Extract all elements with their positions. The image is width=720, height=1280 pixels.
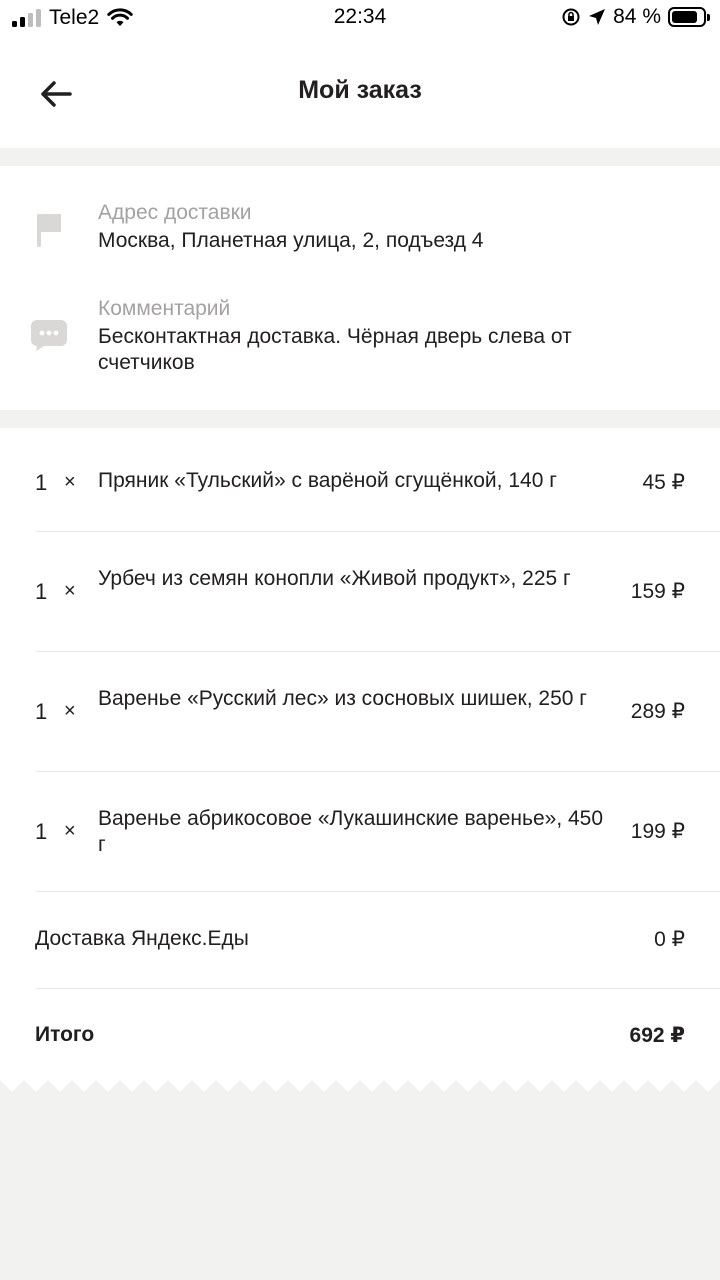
address-value: Москва, Планетная улица, 2, подъезд 4 xyxy=(98,229,484,252)
delivery-info-card: Адрес доставки Москва, Планетная улица, … xyxy=(0,166,720,410)
item-price: 199 ₽ xyxy=(630,820,685,843)
orientation-lock-icon xyxy=(562,8,580,26)
status-bar: Tele2 22:34 84 % xyxy=(0,0,720,36)
address-label: Адрес доставки xyxy=(98,201,252,224)
total-label: Итого xyxy=(35,1023,95,1046)
item-name: Варенье абрикосовое «Лукашинские варенье… xyxy=(98,807,604,856)
multiply-sign: × xyxy=(64,580,76,602)
status-right: 84 % xyxy=(561,5,710,29)
total-row: Итого 692 ₽ xyxy=(0,989,720,1079)
multiply-sign: × xyxy=(64,820,76,842)
delivery-fee-row: Доставка Яндекс.Еды 0 ₽ xyxy=(0,892,720,988)
order-item: 1 × Пряник «Тульский» с варёной сгущёнко… xyxy=(0,428,720,532)
total-value: 692 ₽ xyxy=(629,1024,685,1047)
multiply-sign: × xyxy=(64,700,76,722)
battery-icon xyxy=(668,7,710,27)
battery-percent: 84 % xyxy=(613,5,661,28)
item-quantity: 1 xyxy=(35,699,48,724)
item-quantity: 1 xyxy=(35,579,48,604)
app-header: Мой заказ xyxy=(0,36,720,148)
item-name: Варенье «Русский лес» из сосновых шишек,… xyxy=(98,687,587,710)
item-price: 289 ₽ xyxy=(630,700,685,723)
battery-level-fill xyxy=(672,11,698,23)
item-quantity: 1 xyxy=(35,470,48,495)
item-price: 159 ₽ xyxy=(630,580,685,603)
flag-icon xyxy=(37,214,61,247)
delivery-fee-value: 0 ₽ xyxy=(654,928,685,951)
order-receipt: 1 × Пряник «Тульский» с варёной сгущёнко… xyxy=(0,428,720,1080)
item-name: Пряник «Тульский» с варёной сгущёнкой, 1… xyxy=(98,469,557,492)
order-item: 1 × Варенье абрикосовое «Лукашинские вар… xyxy=(0,772,720,892)
delivery-comment-row[interactable]: Комментарий Бесконтактная доставка. Чёрн… xyxy=(0,296,720,380)
multiply-sign: × xyxy=(64,471,76,493)
comment-label: Комментарий xyxy=(98,297,231,320)
chat-bubble-icon xyxy=(31,320,67,351)
comment-value: Бесконтактная доставка. Чёрная дверь сле… xyxy=(98,325,572,374)
delivery-address-row[interactable]: Адрес доставки Москва, Планетная улица, … xyxy=(0,200,720,260)
delivery-fee-label: Доставка Яндекс.Еды xyxy=(35,927,249,950)
item-price: 45 ₽ xyxy=(642,471,685,494)
location-arrow-icon xyxy=(589,9,606,25)
page-title: Мой заказ xyxy=(298,76,422,104)
item-quantity: 1 xyxy=(35,819,48,844)
receipt-torn-edge xyxy=(0,1080,720,1092)
order-item: 1 × Урбеч из семян конопли «Живой продук… xyxy=(0,532,720,652)
order-item: 1 × Варенье «Русский лес» из сосновых ши… xyxy=(0,652,720,772)
item-name: Урбеч из семян конопли «Живой продукт», … xyxy=(98,567,571,590)
